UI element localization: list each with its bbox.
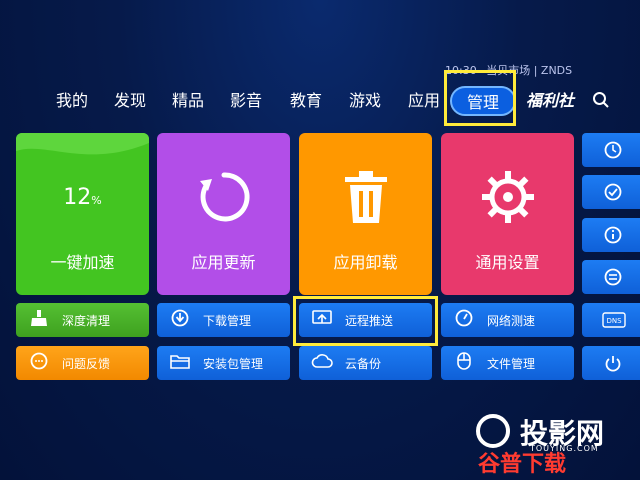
network-speedtest-button[interactable]: 网络测速: [441, 303, 574, 337]
deep-clean-button[interactable]: 深度清理: [16, 303, 149, 337]
package-manager-button[interactable]: 安装包管理: [157, 346, 290, 380]
cloud-icon: [311, 353, 333, 373]
download-manager-button[interactable]: 下载管理: [157, 303, 290, 337]
watermark: 投影网 TOUYING.COM 谷普下载: [470, 412, 630, 477]
status-time: 10:30: [445, 64, 477, 77]
deep-clean-label: 深度清理: [62, 313, 111, 328]
list-icon: [604, 268, 622, 290]
cast-icon: [311, 310, 333, 330]
tile-app-update[interactable]: 应用更新: [157, 133, 290, 295]
trash-icon: [299, 169, 432, 229]
tile-app-uninstall-label: 应用卸载: [333, 253, 398, 272]
file-manager-label: 文件管理: [487, 356, 536, 371]
tab-manage[interactable]: 管理: [450, 86, 516, 116]
chat-icon: [28, 352, 50, 374]
top-nav: 我的 发现 精品 影音 教育 游戏 应用 管理 福利社: [52, 86, 612, 116]
right-info-button[interactable]: [582, 218, 640, 252]
folder-icon: [169, 353, 191, 373]
status-bar: 10:30 当贝市场 | ZNDS: [445, 62, 625, 80]
gear-icon: [441, 169, 574, 229]
cloud-backup-label: 云备份: [345, 356, 382, 371]
tile-general-settings-label: 通用设置: [475, 253, 540, 272]
speedometer-icon: [453, 309, 475, 331]
tile-app-update-label: 应用更新: [191, 253, 256, 272]
remote-push-button[interactable]: 远程推送: [299, 303, 432, 337]
tile-speedup[interactable]: 12% 一键加速: [16, 133, 149, 295]
feedback-label: 问题反馈: [62, 356, 111, 371]
check-icon: [604, 183, 622, 205]
tab-education[interactable]: 教育: [286, 86, 326, 116]
watermark-sub: 谷普下载: [478, 452, 567, 477]
right-dns-button[interactable]: DNS: [582, 303, 640, 337]
tab-mine[interactable]: 我的: [52, 86, 92, 116]
tab-discover[interactable]: 发现: [110, 86, 150, 116]
right-check-button[interactable]: [582, 175, 640, 209]
broom-icon: [28, 310, 50, 330]
clock-icon: [604, 141, 622, 163]
speedup-unit: %: [91, 194, 102, 207]
mouse-icon: [453, 352, 475, 374]
tile-app-uninstall[interactable]: 应用卸载: [299, 133, 432, 295]
tile-general-settings[interactable]: 通用设置: [441, 133, 574, 295]
tab-premium[interactable]: 精品: [168, 86, 208, 116]
power-icon: [604, 354, 622, 376]
wave-decoration: [16, 133, 149, 155]
tab-apps[interactable]: 应用: [404, 86, 444, 116]
status-brand: 当贝市场 | ZNDS: [486, 64, 573, 77]
right-clock-button[interactable]: [582, 133, 640, 167]
download-icon: [169, 309, 191, 331]
info-icon: [604, 226, 622, 248]
remote-push-label: 远程推送: [345, 313, 394, 328]
file-manager-button[interactable]: 文件管理: [441, 346, 574, 380]
dns-icon: DNS: [602, 312, 626, 332]
dns-label: DNS: [606, 317, 622, 325]
watermark-logo-icon: [476, 414, 510, 448]
speedup-value: 12: [63, 185, 92, 210]
search-icon[interactable]: [588, 86, 614, 116]
speedup-percent: 12%: [16, 185, 149, 210]
tile-speedup-label: 一键加速: [50, 253, 115, 272]
right-power-button[interactable]: [582, 346, 640, 380]
right-list-button[interactable]: [582, 260, 640, 294]
package-manager-label: 安装包管理: [203, 356, 264, 371]
tab-video[interactable]: 影音: [226, 86, 266, 116]
feedback-button[interactable]: 问题反馈: [16, 346, 149, 380]
tab-welfare[interactable]: 福利社: [518, 86, 582, 116]
network-speedtest-label: 网络测速: [487, 313, 536, 328]
tab-games[interactable]: 游戏: [345, 86, 385, 116]
refresh-icon: [157, 169, 290, 229]
cloud-backup-button[interactable]: 云备份: [299, 346, 432, 380]
download-manager-label: 下载管理: [203, 313, 252, 328]
